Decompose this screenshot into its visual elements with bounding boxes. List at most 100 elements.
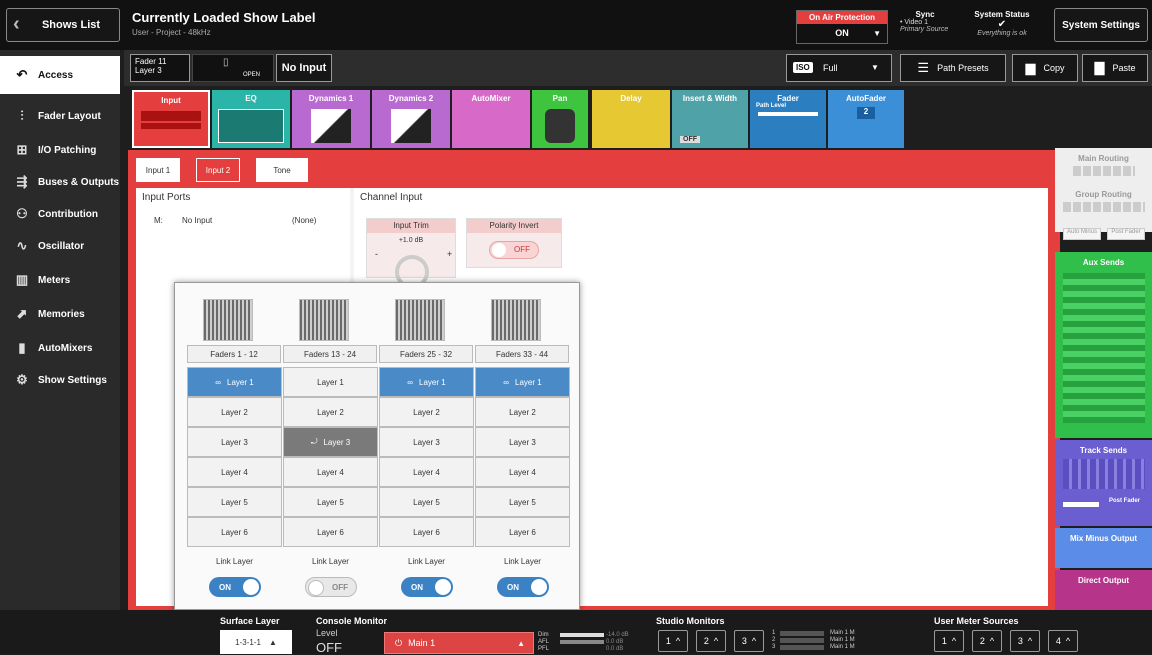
layer-button[interactable]: Layer 3 [379, 427, 474, 457]
module-label: Delay [620, 94, 642, 103]
trim-minus-button[interactable]: - [375, 249, 378, 259]
user-meter-2-button[interactable]: 2 ^ [972, 630, 1002, 652]
sidebar-item-fader-layout[interactable]: ⫶ Fader Layout [0, 100, 120, 132]
polarity-toggle[interactable]: OFF [489, 241, 539, 259]
layer-button[interactable]: Layer 3 [475, 427, 570, 457]
input-trim-control[interactable]: Input Trim +1.0 dB - + [366, 218, 456, 289]
sidebar-item-meters[interactable]: ▥ Meters [0, 264, 120, 296]
paste-button[interactable]: ▇ Paste [1082, 54, 1148, 82]
toggle-knob [243, 579, 259, 595]
layer-button[interactable]: Layer 4 [379, 457, 474, 487]
layer-button[interactable]: Layer 4 [475, 457, 570, 487]
input-port-row[interactable]: M: No Input (None) [142, 216, 346, 232]
layer-button[interactable]: Layer 5 [379, 487, 474, 517]
view-mode-select[interactable]: ISO Full ▼ [786, 54, 892, 82]
layer-button[interactable]: Layer 2 [475, 397, 570, 427]
link-layer-toggle[interactable]: OFF [305, 577, 357, 597]
bottom-bar: Surface Layer 1-3-1-1 ▲ Console Monitor L… [0, 610, 1152, 655]
polarity-invert-control[interactable]: Polarity Invert OFF [466, 218, 562, 268]
bus-icon: ⇶ [16, 174, 28, 189]
layer-button[interactable]: Layer 2 [283, 397, 378, 427]
input-name[interactable]: No Input [276, 54, 332, 82]
layer-button[interactable]: ∞ Layer 1 [187, 367, 282, 397]
tab-input-1[interactable]: Input 1 [136, 158, 180, 182]
layer-button[interactable]: ∞ Layer 1 [475, 367, 570, 397]
sidebar-item-buses-outputs[interactable]: ⇶ Buses & Outputs [0, 166, 120, 198]
system-settings-button[interactable]: System Settings [1054, 8, 1148, 42]
layer-button[interactable]: Layer 2 [379, 397, 474, 427]
shows-list-button[interactable]: ‹ Shows List [6, 8, 120, 42]
layer-button[interactable]: Layer 4 [187, 457, 282, 487]
tab-input-2[interactable]: Input 2 [196, 158, 240, 182]
layer-button[interactable]: Layer 6 [379, 517, 474, 547]
module-pan[interactable]: Pan [532, 90, 588, 148]
direct-output[interactable]: Direct Output [1055, 570, 1152, 610]
user-meter-number: 4 [1055, 636, 1061, 646]
dim-meter [560, 633, 604, 637]
toggle-value: ON [507, 582, 519, 592]
module-label: AutoMixer [471, 94, 511, 103]
sync-status[interactable]: Sync • Video 1 Primary Source [900, 10, 950, 44]
fader-select[interactable]: Fader 11 Layer 3 [130, 54, 190, 82]
path-presets-button[interactable]: ☰ Path Presets [900, 54, 1006, 82]
layer-button[interactable]: Layer 2 [187, 397, 282, 427]
auto-minus-button[interactable]: Auto Minus [1063, 228, 1101, 240]
post-fader-button[interactable]: Post Fader [1107, 228, 1145, 240]
chevron-up-icon: ▲ [517, 638, 525, 648]
tab-tone[interactable]: Tone [256, 158, 308, 182]
layer-button[interactable]: Layer 1 [283, 367, 378, 397]
module-dynamics-1[interactable]: Dynamics 1 [292, 90, 370, 148]
layer-label: Layer 1 [419, 377, 446, 387]
module-input[interactable]: Input [132, 90, 210, 148]
module-label: Dynamics 1 [308, 94, 354, 103]
layer-button[interactable]: Layer 4 [283, 457, 378, 487]
user-meter-4-button[interactable]: 4 ^ [1048, 630, 1078, 652]
monitor-source-button[interactable]: ⏻ Main 1 ▲ [384, 632, 534, 654]
project-label: User - Project - 48kHz [132, 28, 211, 37]
studio-monitor-2-button[interactable]: 2 ^ [696, 630, 726, 652]
link-layer-toggle[interactable]: ON [401, 577, 453, 597]
layer-button[interactable]: Layer 5 [475, 487, 570, 517]
door-icon: ▯ [223, 57, 229, 68]
layer-button[interactable]: Layer 5 [283, 487, 378, 517]
user-meter-3-button[interactable]: 3 ^ [1010, 630, 1040, 652]
layer-button[interactable]: ⤾ Layer 3 [283, 427, 378, 457]
layer-button[interactable]: ∞ Layer 1 [379, 367, 474, 397]
surface-layer-button[interactable]: 1-3-1-1 ▲ [220, 630, 292, 654]
module-delay[interactable]: Delay [592, 90, 670, 148]
aux-sends[interactable]: Aux Sends [1055, 252, 1152, 438]
copy-button[interactable]: ▆ Copy [1012, 54, 1078, 82]
system-status[interactable]: System Status ✔ Everything is ok [958, 10, 1046, 44]
layer-button[interactable]: Layer 5 [187, 487, 282, 517]
studio-monitor-3-button[interactable]: 3 ^ [734, 630, 764, 652]
mix-minus-output[interactable]: Mix Minus Output [1055, 528, 1152, 568]
sidebar-item-show-settings[interactable]: ⚙ Show Settings [0, 364, 120, 396]
link-layer-label: Link Layer [216, 557, 253, 566]
layer-button[interactable]: Layer 3 [187, 427, 282, 457]
sidebar-item-oscillator[interactable]: ∿ Oscillator [0, 230, 120, 262]
main-routing[interactable]: Main Routing Group Routing [1055, 148, 1152, 232]
module-dynamics-2[interactable]: Dynamics 2 [372, 90, 450, 148]
sidebar-item-access[interactable]: ↶ Access [0, 56, 120, 94]
sidebar-item-memories[interactable]: ⬈ Memories [0, 298, 120, 330]
trim-plus-button[interactable]: + [447, 249, 452, 259]
link-layer-toggle[interactable]: ON [497, 577, 549, 597]
module-fader[interactable]: Fader Path Level [750, 90, 826, 148]
module-automixer[interactable]: AutoMixer [452, 90, 530, 148]
track-sends[interactable]: Track Sends Post Fader [1055, 440, 1152, 526]
sidebar-item-automixers[interactable]: ▮ AutoMixers [0, 332, 120, 364]
sidebar-item-contribution[interactable]: ⚇ Contribution [0, 198, 120, 230]
studio-monitor-1-button[interactable]: 1 ^ [658, 630, 688, 652]
sidebar-item-io-patching[interactable]: ⊞ I/O Patching [0, 134, 120, 166]
layer-button[interactable]: Layer 6 [283, 517, 378, 547]
module-eq[interactable]: EQ [212, 90, 290, 148]
layer-button[interactable]: Layer 6 [187, 517, 282, 547]
on-air-protection[interactable]: On Air Protection ON ▼ [796, 10, 888, 44]
shows-list-label: Shows List [41, 19, 101, 31]
module-insert-width[interactable]: Insert & Width OFF [672, 90, 748, 148]
module-autofader[interactable]: AutoFader 2 [828, 90, 904, 148]
layer-button[interactable]: Layer 6 [475, 517, 570, 547]
studio-monitor-number: 2 [703, 636, 709, 646]
link-layer-toggle[interactable]: ON [209, 577, 261, 597]
user-meter-1-button[interactable]: 1 ^ [934, 630, 964, 652]
